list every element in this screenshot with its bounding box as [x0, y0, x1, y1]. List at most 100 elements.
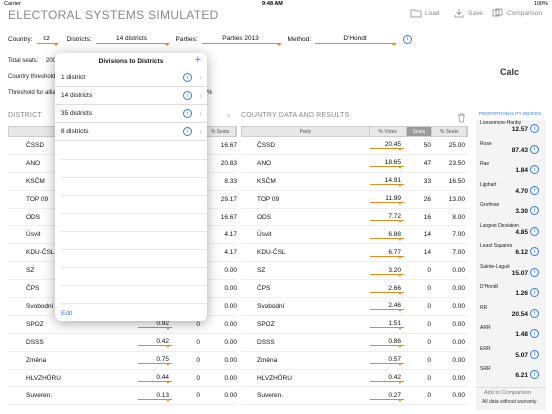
seats-pct-value: 0.00 — [452, 285, 465, 293]
seats-pct-value: 0.00 — [452, 267, 465, 275]
votes-value[interactable]: 11.99 — [370, 195, 404, 206]
seats-value: 0 — [427, 338, 431, 346]
votes-value[interactable]: 2.66 — [370, 285, 404, 295]
info-icon[interactable]: i — [183, 91, 192, 100]
edit-button[interactable]: Edit — [61, 310, 72, 317]
empty-row — [61, 213, 207, 214]
trash-icon[interactable] — [457, 110, 466, 123]
info-icon[interactable]: i — [530, 349, 539, 359]
warranty-note: All data without warranty — [482, 399, 537, 405]
save-label: Save — [468, 9, 483, 17]
info-icon[interactable]: i — [530, 329, 539, 338]
votes-value[interactable]: 18.65 — [370, 159, 404, 170]
info-icon[interactable]: i — [530, 247, 539, 256]
votes-value[interactable]: 1.51 — [370, 320, 404, 331]
table-row: Změna 0.75 0 0.00 — [8, 352, 237, 370]
votes-value[interactable]: 0.27 — [370, 392, 404, 402]
empty-row — [61, 231, 207, 232]
info-icon[interactable]: i — [530, 144, 539, 154]
info-icon[interactable]: i — [530, 124, 539, 133]
table-row: DSSS 0.42 0 0.00 — [8, 334, 237, 352]
info-icon[interactable]: i — [530, 370, 539, 379]
info-icon[interactable]: i — [183, 109, 192, 118]
info-icon[interactable]: i — [183, 127, 192, 136]
votes-value[interactable]: 0.92 — [138, 320, 172, 331]
seats-pct-value: 0.00 — [224, 320, 237, 328]
index-value: 15.07 — [511, 269, 528, 277]
district-col-pct: % Seats — [205, 127, 237, 136]
seats-value: 47 — [423, 159, 431, 167]
table-row: KDU-ČSL 6.77 14 7.00 — [241, 244, 468, 263]
load-button[interactable]: Load — [410, 8, 439, 18]
party-name: DSSS — [26, 338, 44, 346]
party-name: SPOZ — [26, 320, 44, 328]
districts-label: Districts: — [66, 35, 92, 43]
index-value: 6.21 — [515, 372, 528, 379]
comparison-button[interactable]: Comparison — [492, 8, 542, 18]
seats-pct-value: 25.00 — [448, 141, 465, 149]
method-info-icon[interactable]: i — [403, 34, 413, 44]
votes-value[interactable]: 0.75 — [138, 356, 172, 367]
table-row: Úsvit 6.88 14 7.00 — [241, 226, 468, 245]
country-select[interactable]: cz — [36, 35, 59, 46]
seats-value: 0 — [427, 285, 431, 293]
info-icon[interactable]: i — [530, 165, 539, 174]
calc-button[interactable]: Calc — [500, 67, 519, 77]
info-icon[interactable]: i — [183, 73, 192, 82]
table-row: ČPS 2.66 0 0.00 — [241, 280, 468, 299]
votes-value[interactable]: 0.44 — [138, 374, 172, 385]
empty-row — [61, 267, 207, 268]
votes-value[interactable]: 6.77 — [370, 249, 404, 259]
votes-value[interactable]: 7.72 — [370, 213, 404, 223]
load-label: Load — [425, 9, 440, 17]
add-icon[interactable]: + — [195, 54, 201, 66]
votes-value[interactable]: 6.88 — [370, 231, 404, 241]
info-icon[interactable]: i — [530, 288, 539, 297]
index-value: 6.12 — [515, 249, 528, 256]
seats-value: 0 — [196, 338, 200, 346]
country-col-seats[interactable]: Seats — [406, 127, 433, 136]
status-bar: Carrier 9:48 AM 100% — [0, 0, 552, 8]
parties-select[interactable]: Parties 2013 — [201, 35, 282, 46]
popover-item[interactable]: 14 districts i › — [55, 87, 207, 105]
votes-value[interactable]: 14.91 — [370, 177, 404, 188]
info-icon[interactable]: i — [530, 308, 539, 318]
votes-value[interactable]: 3.20 — [370, 267, 404, 277]
info-icon[interactable]: i — [530, 226, 539, 236]
votes-value[interactable]: 2.46 — [370, 302, 404, 313]
info-icon[interactable]: i — [530, 185, 539, 195]
popover-item-label: 1 district — [61, 74, 86, 81]
info-icon[interactable]: i — [530, 267, 539, 277]
popover-item[interactable]: 1 district i › — [55, 69, 207, 87]
votes-value[interactable]: 0.57 — [370, 356, 404, 367]
add-to-comparison-button[interactable]: Add to Comparison — [484, 390, 531, 396]
table-row: SZ 3.20 0 0.00 — [241, 262, 468, 281]
index-value: 4.70 — [515, 187, 528, 195]
index-value: 1.84 — [515, 167, 528, 174]
votes-value[interactable]: 20.45 — [370, 141, 404, 152]
seats-pct-value: 16.50 — [448, 177, 465, 185]
votes-value[interactable]: 0.42 — [138, 338, 172, 349]
districts-select[interactable]: 14 districts — [95, 35, 170, 46]
popover-item-label: 8 districts — [61, 128, 89, 135]
method-select[interactable]: D'Hondt — [315, 35, 398, 46]
percent-sign: % — [207, 90, 213, 96]
info-icon[interactable]: i — [530, 206, 539, 215]
seats-pct-value: 0.00 — [452, 392, 465, 400]
votes-value[interactable]: 0.13 — [138, 392, 172, 402]
votes-value[interactable]: 0.42 — [370, 374, 404, 385]
table-row: Svobodní 2.46 0 0.00 — [241, 298, 468, 316]
index-value: 3.30 — [515, 208, 528, 215]
party-name: SZ — [257, 267, 266, 275]
parties-label: Parties: — [175, 35, 198, 43]
popover-item[interactable]: 8 districts i › — [55, 123, 207, 141]
party-name: ANO — [257, 159, 272, 167]
popover-item[interactable]: 35 districts i › — [55, 105, 207, 123]
table-row: KSČM 14.91 33 16.50 — [241, 173, 468, 191]
chevron-right-icon[interactable]: › — [227, 110, 230, 120]
save-button[interactable]: Save — [453, 8, 483, 18]
index-name: D'Hondt — [480, 284, 498, 290]
table-row: TOP 09 11.99 26 13.00 — [241, 191, 468, 209]
seats-value: 33 — [423, 177, 431, 185]
votes-value[interactable]: 0.86 — [370, 338, 404, 349]
